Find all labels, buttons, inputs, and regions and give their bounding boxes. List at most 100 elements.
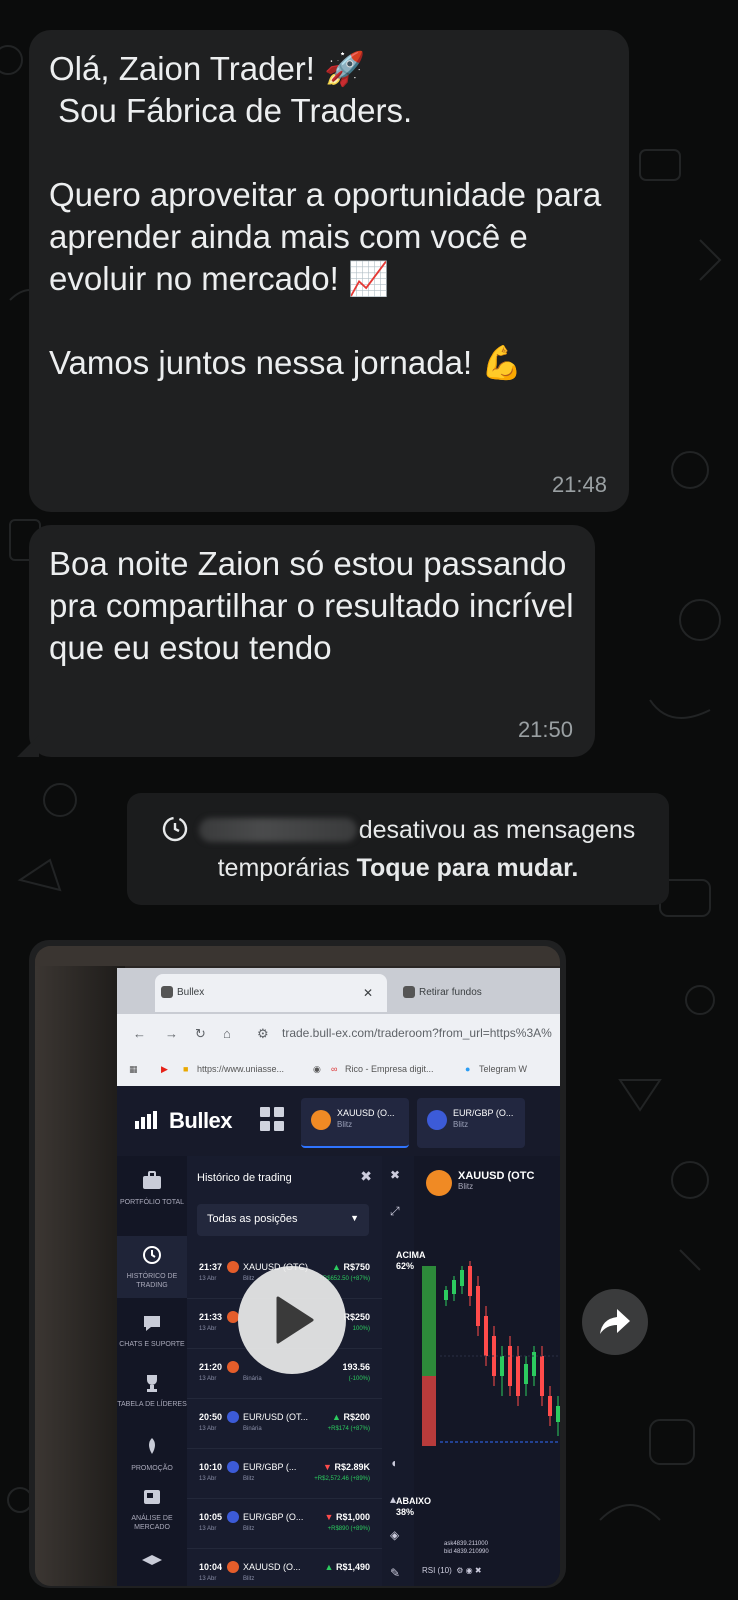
trade-amount-value: R$1,490: [335, 1562, 370, 1572]
below-sentiment: ABAIXO 38%: [396, 1496, 431, 1518]
message-timestamp: 21:48: [551, 472, 607, 497]
tab-favicon-icon: [161, 986, 173, 998]
tab-title: Retirar fundos: [419, 987, 482, 998]
sidebar-label: CHATS E SUPORTE: [119, 1341, 185, 1348]
monitor-bezel-top: [35, 946, 560, 966]
telegram-icon: ●: [465, 1064, 471, 1074]
trade-date: 13 Abr: [199, 1426, 217, 1432]
trade-asset: EUR/USD (OT...: [243, 1412, 309, 1422]
trade-time: 21:37: [199, 1262, 223, 1272]
video-message[interactable]: Bullex ✕ Retirar fundos ✕ ← → ↻ ⌂ ⚙ trad…: [29, 940, 566, 1588]
trade-kind: Binária: [243, 1426, 262, 1432]
bubble-tail: [17, 735, 39, 757]
asset-tab: XAUUSD (O... Blitz: [301, 1098, 409, 1148]
trade-kind: Blitz: [243, 1476, 255, 1482]
asset-type: Blitz: [337, 1120, 353, 1129]
graduation-cap-icon: [142, 1555, 162, 1565]
trade-profit: +R$174 (+87%): [327, 1426, 370, 1432]
disappearing-messages-notice[interactable]: desativou as mensagens temporárias Toque…: [127, 793, 669, 905]
sidebar-label: HISTÓRICO DE TRADING: [126, 1273, 178, 1289]
browser-tab-bar: Bullex ✕ Retirar fundos ✕: [117, 968, 560, 1014]
trade-kind: Blitz: [243, 1526, 255, 1532]
sidebar-item-leaderboard: TABELA DE LÍDERES: [117, 1372, 187, 1409]
sidebar-label: ANÁLISE DE MERCADO: [131, 1515, 173, 1531]
settings-icon: ⚙ ◉ ✖: [454, 1566, 482, 1575]
trade-amount-value: R$1,000: [335, 1512, 370, 1522]
trade-amount: 193.56: [342, 1362, 370, 1372]
home-icon: ⌂: [223, 1026, 231, 1041]
trade-kind: Blitz: [243, 1576, 255, 1582]
trade-date: 13 Abr: [199, 1376, 217, 1382]
site-settings-icon: ⚙: [257, 1026, 269, 1041]
asset-flag-icon: [227, 1261, 239, 1273]
trade-asset: EUR/GBP (...: [243, 1462, 297, 1472]
globe-icon: ◉: [313, 1064, 321, 1074]
url-text: trade.bull-ex.com/traderoom?from_url=htt…: [282, 1026, 552, 1040]
trade-row: 10:10 13 Abr EUR/GBP (... Blitz ▼ R$2.89K +R$…: [187, 1454, 382, 1499]
trade-date: 13 Abr: [199, 1576, 217, 1582]
play-button[interactable]: [238, 1266, 346, 1374]
trade-amount: R$250: [343, 1312, 370, 1322]
message-text: Boa noite Zaion só estou passando pra co…: [49, 545, 583, 666]
trade-kind: Binária: [243, 1376, 262, 1382]
trade-profit: +R$890 (+89%): [327, 1526, 370, 1532]
below-label: ABAIXO: [396, 1496, 432, 1506]
asset-flag-icon: [227, 1511, 239, 1523]
grid-menu-icon: [260, 1107, 284, 1131]
asset-name: XAUUSD (O...: [337, 1108, 395, 1118]
incoming-message-bubble[interactable]: Olá, Zaion Trader! 🚀 Sou Fábrica de Trad…: [29, 30, 629, 512]
trade-amount: ▼ R$1,000: [325, 1512, 370, 1522]
contact-name-blurred: [198, 818, 357, 842]
sidebar-label: PROMOÇÃO: [131, 1465, 173, 1472]
rico-icon: ∞: [331, 1064, 338, 1074]
trade-profit: +R$2,572.46 (+89%): [314, 1476, 370, 1482]
chart-asset-name: XAUUSD (OTC: [458, 1170, 535, 1182]
gold-asset-icon: [311, 1110, 331, 1130]
trading-sidebar: PORTFÓLIO TOTAL HISTÓRICO DE TRADING CHA…: [117, 1156, 187, 1586]
close-icon: ✖: [360, 1168, 372, 1184]
trade-time: 21:20: [199, 1362, 223, 1372]
positions-filter: Todas as posições ▼: [197, 1204, 369, 1236]
message-timestamp: 21:50: [517, 717, 573, 742]
sidebar-item-support: CHATS E SUPORTE: [117, 1312, 187, 1349]
bookmarks-bar: ▦ ▶ ■ https://www.uniasse... ◉ ∞ Rico - …: [117, 1054, 560, 1087]
bookmark-link: Rico - Empresa digit...: [345, 1064, 434, 1074]
bookmark-link: Telegram W: [479, 1064, 528, 1074]
trade-asset: EUR/GBP (O...: [243, 1512, 304, 1522]
trade-amount: ▲ R$750: [332, 1262, 370, 1272]
trade-amount: ▼ R$2.89K: [323, 1462, 370, 1472]
asset-flag-icon: [227, 1561, 239, 1573]
news-icon: [144, 1490, 160, 1504]
asset-flag-icon: [227, 1461, 239, 1473]
below-pct: 38%: [396, 1507, 415, 1517]
sidebar-item-analysis: ANÁLISE DE MERCADO: [117, 1486, 187, 1532]
back-icon: ←: [133, 1026, 146, 1041]
chat-bubble-icon: [144, 1316, 160, 1331]
close-icon: ✕: [362, 986, 373, 1000]
incoming-message-bubble[interactable]: Boa noite Zaion só estou passando pra co…: [17, 525, 595, 757]
pen-icon: ✎: [390, 1566, 401, 1580]
indicator-name: RSI (10): [422, 1566, 452, 1575]
forward-icon: →: [165, 1026, 178, 1041]
trade-row: 20:50 13 Abr EUR/USD (OT... Binária ▲ R$200 +…: [187, 1404, 382, 1449]
apps-icon: ▦: [129, 1064, 138, 1074]
trade-amount-value: 193.56: [342, 1362, 370, 1372]
bookmark-icon: ■: [183, 1064, 189, 1074]
asset-name: EUR/GBP (O...: [453, 1108, 514, 1118]
ask-price: ask4839.211000: [444, 1541, 488, 1547]
trade-date: 13 Abr: [199, 1526, 217, 1532]
gold-asset-icon: [426, 1170, 452, 1196]
monitor-bezel: [35, 946, 125, 1586]
chart-asset-type: Blitz: [458, 1182, 474, 1191]
trade-time: 10:05: [199, 1512, 223, 1522]
trade-amount-value: R$2.89K: [334, 1462, 370, 1472]
browser-address-bar: ← → ↻ ⌂ ⚙ trade.bull-ex.com/traderoom?fr…: [117, 1014, 560, 1054]
trade-amount-value: R$250: [343, 1312, 370, 1322]
tap-to-change-link[interactable]: Toque para mudar.: [357, 854, 579, 882]
sidebar-label: PORTFÓLIO TOTAL: [119, 1199, 185, 1206]
expand-icon: ⤢: [390, 1204, 400, 1218]
trade-date: 13 Abr: [199, 1276, 217, 1282]
trade-amount-value: R$200: [343, 1412, 370, 1422]
trophy-icon: [147, 1375, 157, 1392]
forward-message-button[interactable]: [582, 1289, 648, 1355]
